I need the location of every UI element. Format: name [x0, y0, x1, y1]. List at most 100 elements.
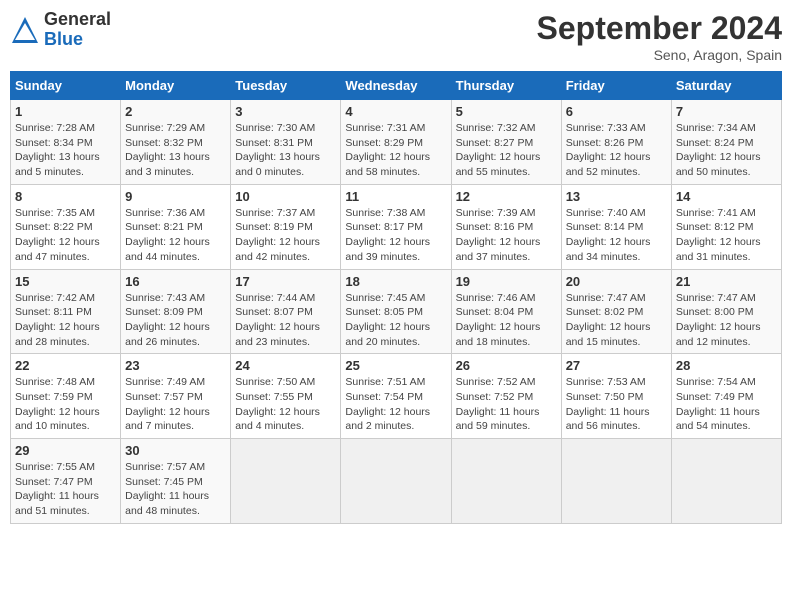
day-info: Sunrise: 7:55 AMSunset: 7:47 PMDaylight:…	[15, 460, 116, 519]
day-info: Sunrise: 7:52 AMSunset: 7:52 PMDaylight:…	[456, 375, 557, 434]
table-row: 20Sunrise: 7:47 AMSunset: 8:02 PMDayligh…	[561, 269, 671, 354]
day-info: Sunrise: 7:37 AMSunset: 8:19 PMDaylight:…	[235, 206, 336, 265]
day-info: Sunrise: 7:39 AMSunset: 8:16 PMDaylight:…	[456, 206, 557, 265]
day-info: Sunrise: 7:49 AMSunset: 7:57 PMDaylight:…	[125, 375, 226, 434]
location: Seno, Aragon, Spain	[537, 47, 782, 63]
day-number: 19	[456, 274, 557, 289]
day-info: Sunrise: 7:31 AMSunset: 8:29 PMDaylight:…	[345, 121, 446, 180]
day-info: Sunrise: 7:38 AMSunset: 8:17 PMDaylight:…	[345, 206, 446, 265]
day-number: 20	[566, 274, 667, 289]
table-row: 26 Sunrise: 7:52 AMSunset: 7:52 PMDayligh…	[451, 354, 561, 439]
day-info: Sunrise: 7:43 AMSunset: 8:09 PMDaylight:…	[125, 291, 226, 350]
day-number: 24	[235, 358, 336, 373]
day-info: Sunrise: 7:45 AMSunset: 8:05 PMDaylight:…	[345, 291, 446, 350]
day-number: 10	[235, 189, 336, 204]
logo-icon	[10, 15, 40, 45]
table-row: 17 Sunrise: 7:44 AMSunset: 8:07 PMDayligh…	[231, 269, 341, 354]
day-number: 9	[125, 189, 226, 204]
day-number: 2	[125, 104, 226, 119]
day-info: Sunrise: 7:35 AMSunset: 8:22 PMDaylight:…	[15, 206, 116, 265]
table-row: 7 Sunrise: 7:34 AMSunset: 8:24 PMDaylight…	[671, 100, 781, 185]
day-number: 13	[566, 189, 667, 204]
day-info: Sunrise: 7:47 AMSunset: 8:00 PMDaylight:…	[676, 291, 777, 350]
table-row: 6Sunrise: 7:33 AMSunset: 8:26 PMDaylight…	[561, 100, 671, 185]
weekday-monday: Monday	[121, 72, 231, 100]
table-row: 9 Sunrise: 7:36 AMSunset: 8:21 PMDaylight…	[121, 184, 231, 269]
day-number: 29	[15, 443, 116, 458]
day-info: Sunrise: 7:32 AMSunset: 8:27 PMDaylight:…	[456, 121, 557, 180]
calendar-row: 1 Sunrise: 7:28 AMSunset: 8:34 PMDaylight…	[11, 100, 782, 185]
day-number: 25	[345, 358, 446, 373]
weekday-wednesday: Wednesday	[341, 72, 451, 100]
table-row: 13 Sunrise: 7:40 AMSunset: 8:14 PMDayligh…	[561, 184, 671, 269]
logo: General Blue	[10, 10, 111, 50]
day-number: 5	[456, 104, 557, 119]
table-row	[561, 439, 671, 524]
day-info: Sunrise: 7:51 AMSunset: 7:54 PMDaylight:…	[345, 375, 446, 434]
day-info: Sunrise: 7:28 AMSunset: 8:34 PMDaylight:…	[15, 121, 116, 180]
day-info: Sunrise: 7:33 AMSunset: 8:26 PMDaylight:…	[566, 121, 667, 180]
table-row: 8 Sunrise: 7:35 AMSunset: 8:22 PMDaylight…	[11, 184, 121, 269]
calendar-row: 22Sunrise: 7:48 AMSunset: 7:59 PMDayligh…	[11, 354, 782, 439]
table-row: 22Sunrise: 7:48 AMSunset: 7:59 PMDayligh…	[11, 354, 121, 439]
day-number: 17	[235, 274, 336, 289]
table-row: 5 Sunrise: 7:32 AMSunset: 8:27 PMDaylight…	[451, 100, 561, 185]
table-row: 14Sunrise: 7:41 AMSunset: 8:12 PMDayligh…	[671, 184, 781, 269]
table-row: 4Sunrise: 7:31 AMSunset: 8:29 PMDaylight…	[341, 100, 451, 185]
table-row: 1 Sunrise: 7:28 AMSunset: 8:34 PMDaylight…	[11, 100, 121, 185]
table-row	[341, 439, 451, 524]
table-row: 28Sunrise: 7:54 AMSunset: 7:49 PMDayligh…	[671, 354, 781, 439]
table-row: 16 Sunrise: 7:43 AMSunset: 8:09 PMDayligh…	[121, 269, 231, 354]
logo-text: General Blue	[44, 10, 111, 50]
day-number: 28	[676, 358, 777, 373]
day-number: 14	[676, 189, 777, 204]
day-number: 7	[676, 104, 777, 119]
table-row: 10 Sunrise: 7:37 AMSunset: 8:19 PMDayligh…	[231, 184, 341, 269]
day-number: 11	[345, 189, 446, 204]
table-row: 29 Sunrise: 7:55 AMSunset: 7:47 PMDayligh…	[11, 439, 121, 524]
table-row: 19 Sunrise: 7:46 AMSunset: 8:04 PMDayligh…	[451, 269, 561, 354]
table-row	[451, 439, 561, 524]
day-info: Sunrise: 7:46 AMSunset: 8:04 PMDaylight:…	[456, 291, 557, 350]
day-info: Sunrise: 7:53 AMSunset: 7:50 PMDaylight:…	[566, 375, 667, 434]
table-row: 3Sunrise: 7:30 AMSunset: 8:31 PMDaylight…	[231, 100, 341, 185]
day-info: Sunrise: 7:34 AMSunset: 8:24 PMDaylight:…	[676, 121, 777, 180]
table-row: 30Sunrise: 7:57 AMSunset: 7:45 PMDayligh…	[121, 439, 231, 524]
day-info: Sunrise: 7:29 AMSunset: 8:32 PMDaylight:…	[125, 121, 226, 180]
day-info: Sunrise: 7:30 AMSunset: 8:31 PMDaylight:…	[235, 121, 336, 180]
calendar-row: 29 Sunrise: 7:55 AMSunset: 7:47 PMDayligh…	[11, 439, 782, 524]
weekday-friday: Friday	[561, 72, 671, 100]
day-number: 15	[15, 274, 116, 289]
day-number: 21	[676, 274, 777, 289]
day-number: 22	[15, 358, 116, 373]
day-number: 26	[456, 358, 557, 373]
day-number: 16	[125, 274, 226, 289]
table-row: 27 Sunrise: 7:53 AMSunset: 7:50 PMDayligh…	[561, 354, 671, 439]
logo-blue: Blue	[44, 30, 111, 50]
day-number: 27	[566, 358, 667, 373]
logo-general: General	[44, 10, 111, 30]
table-row: 24Sunrise: 7:50 AMSunset: 7:55 PMDayligh…	[231, 354, 341, 439]
calendar-row: 8 Sunrise: 7:35 AMSunset: 8:22 PMDaylight…	[11, 184, 782, 269]
day-info: Sunrise: 7:57 AMSunset: 7:45 PMDaylight:…	[125, 460, 226, 519]
page-header: General Blue September 2024 Seno, Aragon…	[10, 10, 782, 63]
table-row: 2 Sunrise: 7:29 AMSunset: 8:32 PMDaylight…	[121, 100, 231, 185]
day-info: Sunrise: 7:36 AMSunset: 8:21 PMDaylight:…	[125, 206, 226, 265]
table-row: 15Sunrise: 7:42 AMSunset: 8:11 PMDayligh…	[11, 269, 121, 354]
table-row: 18 Sunrise: 7:45 AMSunset: 8:05 PMDayligh…	[341, 269, 451, 354]
table-row: 25 Sunrise: 7:51 AMSunset: 7:54 PMDayligh…	[341, 354, 451, 439]
weekday-thursday: Thursday	[451, 72, 561, 100]
day-number: 18	[345, 274, 446, 289]
day-number: 12	[456, 189, 557, 204]
day-info: Sunrise: 7:40 AMSunset: 8:14 PMDaylight:…	[566, 206, 667, 265]
day-number: 1	[15, 104, 116, 119]
table-row: 21 Sunrise: 7:47 AMSunset: 8:00 PMDayligh…	[671, 269, 781, 354]
day-info: Sunrise: 7:44 AMSunset: 8:07 PMDaylight:…	[235, 291, 336, 350]
weekday-tuesday: Tuesday	[231, 72, 341, 100]
table-row: 23Sunrise: 7:49 AMSunset: 7:57 PMDayligh…	[121, 354, 231, 439]
day-number: 8	[15, 189, 116, 204]
weekday-saturday: Saturday	[671, 72, 781, 100]
calendar-table: SundayMondayTuesdayWednesdayThursdayFrid…	[10, 71, 782, 524]
month-title: September 2024 Seno, Aragon, Spain	[537, 10, 782, 63]
table-row: 12 Sunrise: 7:39 AMSunset: 8:16 PMDayligh…	[451, 184, 561, 269]
